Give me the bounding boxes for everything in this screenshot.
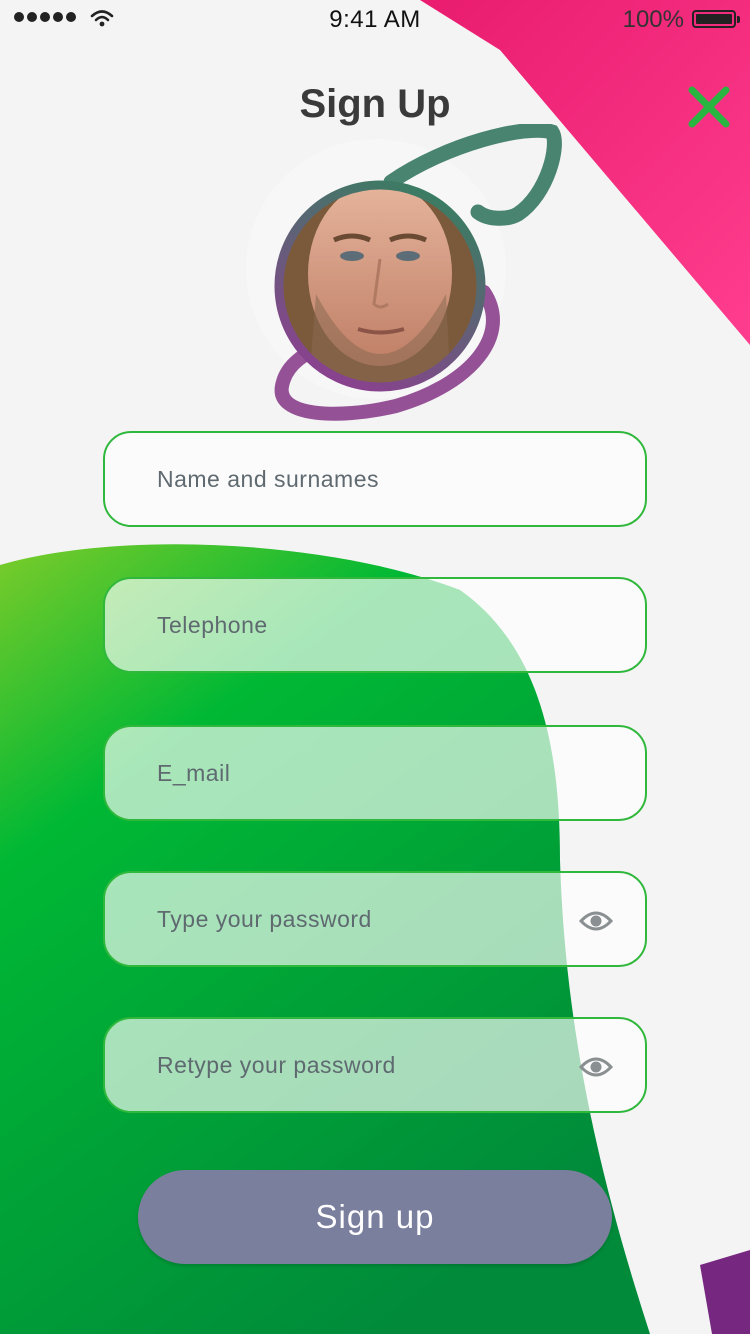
battery-percent: 100% — [622, 6, 684, 33]
name-input[interactable] — [157, 433, 557, 525]
avatar[interactable] — [246, 124, 566, 434]
email-field[interactable] — [103, 725, 647, 821]
telephone-input[interactable] — [157, 579, 557, 671]
status-bar: 9:41 AM 100% — [0, 0, 750, 40]
name-field[interactable] — [103, 431, 647, 527]
password-input[interactable] — [157, 873, 557, 965]
retype-password-input[interactable] — [157, 1019, 557, 1111]
telephone-field[interactable] — [103, 577, 647, 673]
eye-icon[interactable] — [579, 907, 613, 935]
page-title: Sign Up — [299, 82, 451, 126]
retype-password-field[interactable] — [103, 1017, 647, 1113]
email-input[interactable] — [157, 727, 557, 819]
battery-icon — [692, 10, 740, 28]
close-icon[interactable] — [684, 82, 734, 132]
eye-icon[interactable] — [579, 1053, 613, 1081]
sign-up-button[interactable]: Sign up — [138, 1170, 612, 1264]
password-field[interactable] — [103, 871, 647, 967]
